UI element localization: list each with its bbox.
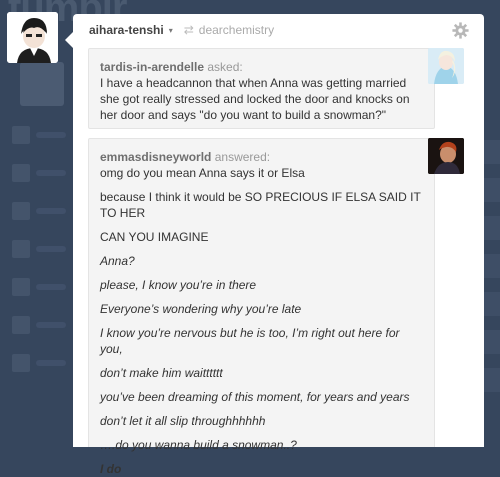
post-card: aihara-tenshi ▾ ⇄ dearchemistry tardis-i… [65, 14, 484, 476]
dashboard-sidebar [12, 120, 66, 386]
asker-link[interactable]: tardis-in-arendelle [100, 60, 204, 74]
answered-label: answered: [214, 150, 271, 164]
reblog-icon: ⇄ [183, 23, 194, 37]
answer-line: I know you’re nervous but he is too, I’m… [100, 326, 400, 356]
answer-line: don’t let it all slip throughhhhhh [100, 414, 266, 428]
asker-avatar[interactable] [428, 48, 464, 84]
answer-line: ….do you wanna build a snowman..? [100, 438, 297, 452]
gear-icon[interactable] [452, 22, 469, 39]
answer-line: Everyone’s wondering why you’re late [100, 302, 302, 316]
answer-line: please, I know you’re in there [100, 278, 257, 292]
reblogged-from-link[interactable]: dearchemistry [199, 23, 274, 37]
post-header: aihara-tenshi ▾ ⇄ dearchemistry [89, 23, 274, 37]
asker-avatar-image [428, 48, 464, 84]
ask-question-text: I have a headcannon that when Anna was g… [100, 76, 410, 122]
answerer-avatar-image [428, 138, 464, 174]
post-author-link[interactable]: aihara-tenshi [89, 23, 164, 37]
avatar-illustration [7, 12, 58, 63]
answer-bubble: emmasdisneyworld answered: omg do you me… [88, 138, 441, 476]
author-menu-caret-icon[interactable]: ▾ [169, 26, 173, 35]
answerer-avatar[interactable] [428, 138, 464, 174]
answer-line: omg do you mean Anna says it or Elsa [100, 166, 305, 180]
ask-bubble: tardis-in-arendelle asked: I have a head… [88, 48, 441, 129]
answer-line: you’ve been dreaming of this moment, for… [100, 390, 410, 404]
answer-line: Anna? [100, 254, 135, 268]
answer-line: don’t make him waitttttt [100, 366, 223, 380]
answer-line: CAN YOU IMAGINE [100, 230, 209, 244]
dashboard-avatar-placeholder [20, 62, 64, 106]
answer-line-final: I do [100, 462, 122, 476]
answer-line: because I think it would be SO PRECIOUS … [100, 190, 421, 220]
post-pointer [65, 32, 73, 48]
answerer-link[interactable]: emmasdisneyworld [100, 150, 211, 164]
asked-label: asked: [207, 60, 243, 74]
blog-avatar[interactable] [7, 12, 58, 63]
